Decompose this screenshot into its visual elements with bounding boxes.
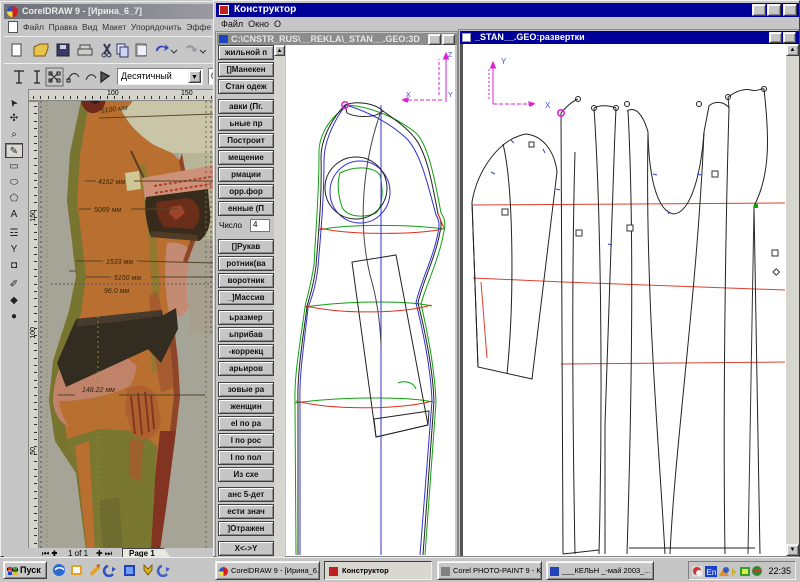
- svg-text:Y: Y: [448, 92, 453, 99]
- svg-text:4162 мм: 4162 мм: [98, 179, 125, 186]
- svg-text:1533 мм: 1533 мм: [106, 259, 133, 266]
- svg-text:5150 мм: 5150 мм: [114, 275, 141, 282]
- svg-text:96.0 мм: 96.0 мм: [104, 288, 129, 295]
- svg-text:5069 мм: 5069 мм: [94, 207, 121, 214]
- svg-text:En: En: [707, 568, 717, 577]
- svg-text:Z: Z: [448, 52, 453, 59]
- svg-text:X: X: [545, 101, 551, 110]
- svg-text:148.22 мм: 148.22 мм: [82, 387, 115, 394]
- svg-text:Y: Y: [501, 57, 507, 66]
- svg-text:X: X: [406, 92, 411, 99]
